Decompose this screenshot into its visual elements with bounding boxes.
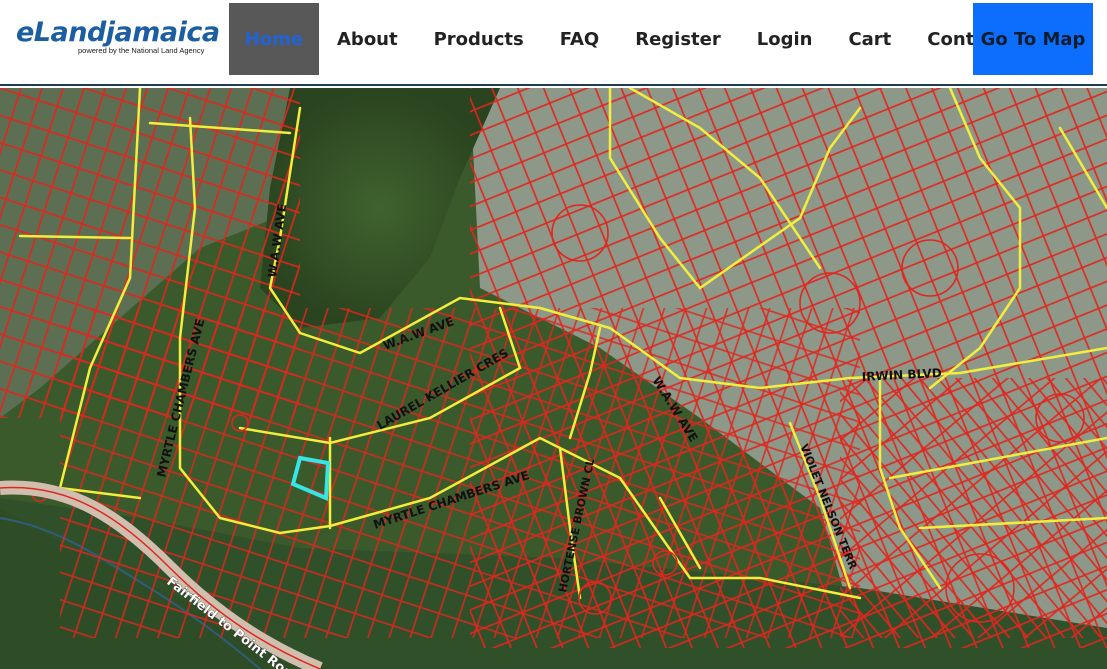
nav-faq[interactable]: FAQ (560, 3, 599, 75)
parcel-map[interactable]: W.A.W AVE W.A.W AVE W.A.W AVE MYRTLE CHA… (0, 88, 1107, 669)
nav-register[interactable]: Register (635, 3, 721, 75)
site-header: eLandjamaica powered by the National Lan… (0, 0, 1107, 86)
go-to-map-button[interactable]: Go To Map (973, 3, 1093, 75)
nav-cart[interactable]: Cart (848, 3, 891, 75)
nav-about[interactable]: About (337, 3, 398, 75)
logo-tagline: powered by the National Land Agency (78, 46, 205, 55)
logo-wordmark: eLandjamaica (16, 17, 220, 48)
nav-home[interactable]: Home (229, 3, 319, 75)
main-nav: Home About Products FAQ Register Login C… (229, 3, 1093, 75)
nav-login[interactable]: Login (757, 3, 813, 75)
nav-products[interactable]: Products (434, 3, 524, 75)
logo[interactable]: eLandjamaica powered by the National Lan… (16, 17, 220, 56)
map-canvas[interactable]: W.A.W AVE W.A.W AVE W.A.W AVE MYRTLE CHA… (0, 88, 1107, 669)
